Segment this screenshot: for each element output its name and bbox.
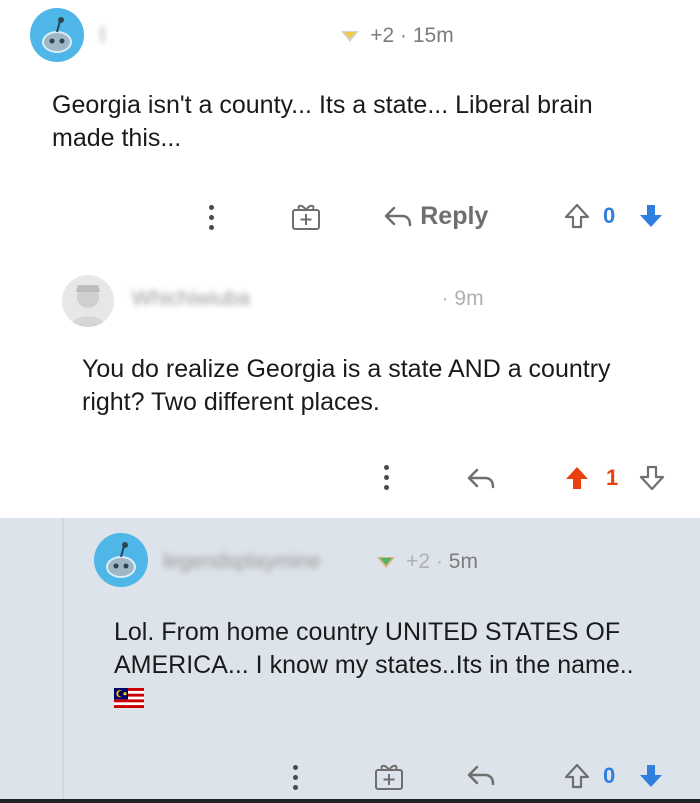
award-count: +2 <box>370 24 395 47</box>
award-icon <box>341 31 360 43</box>
vote-count: 0 <box>603 203 616 228</box>
timestamp: 5m <box>448 550 478 573</box>
malaysia-flag-icon <box>114 688 144 708</box>
vote-count: 1 <box>606 465 619 490</box>
reply-arrow-icon[interactable] <box>466 764 496 788</box>
comment-3: legendsplaymine +2 · 5m Lol. From home c… <box>0 518 700 803</box>
award-icon <box>377 557 396 569</box>
timestamp: 9m <box>454 287 484 310</box>
username[interactable]: l <box>100 24 105 48</box>
comment-body: Georgia isn't a county... Its a state...… <box>52 91 593 152</box>
give-award-icon[interactable] <box>290 201 322 231</box>
comment-1: l +2 · 15m Georgia isn't a county... Its… <box>0 0 700 262</box>
give-award-icon[interactable] <box>373 761 405 791</box>
comment-text: Lol. From home country UNITED STATES OF … <box>114 618 634 679</box>
reply-arrow-icon <box>384 206 412 227</box>
thread-line <box>62 518 64 803</box>
avatar[interactable] <box>62 275 114 327</box>
award-count: +2 <box>406 550 431 573</box>
avatar[interactable] <box>30 8 84 62</box>
vote-count: 0 <box>603 763 616 788</box>
comment-meta: l +2 · 15m <box>100 24 454 48</box>
reply-arrow-icon[interactable] <box>466 467 496 491</box>
snoo-avatar-icon <box>106 542 136 578</box>
comment-body: Lol. From home country UNITED STATES OF … <box>114 616 654 715</box>
more-options-icon[interactable] <box>384 465 390 495</box>
snoo-avatar-icon <box>42 17 72 53</box>
reply-button[interactable]: Reply <box>383 200 488 231</box>
meta-separator: · <box>441 287 449 310</box>
avatar[interactable] <box>94 533 148 587</box>
timestamp: 15m <box>412 24 454 47</box>
comment-2: Whichiwiuba · 9m You do realize Georgia … <box>0 262 700 518</box>
profile-avatar-icon <box>70 285 106 327</box>
upvote-icon[interactable] <box>563 762 591 790</box>
comment-meta: Whichiwiuba · 9m <box>132 287 484 311</box>
comment-body: You do realize Georgia is a state AND a … <box>82 355 611 416</box>
upvote-icon[interactable] <box>563 464 591 492</box>
username[interactable]: legendsplaymine <box>163 550 321 574</box>
meta-separator: · <box>435 550 443 573</box>
bottom-divider <box>0 799 700 803</box>
reply-label: Reply <box>420 202 489 230</box>
downvote-icon[interactable] <box>637 762 665 790</box>
comment-meta: legendsplaymine +2 · 5m <box>163 550 478 574</box>
downvote-icon[interactable] <box>637 202 665 230</box>
upvote-icon[interactable] <box>563 202 591 230</box>
username[interactable]: Whichiwiuba <box>132 287 250 311</box>
downvote-icon[interactable] <box>638 464 666 492</box>
more-options-icon[interactable] <box>293 765 299 795</box>
meta-separator: · <box>400 24 407 47</box>
more-options-icon[interactable] <box>209 205 215 235</box>
